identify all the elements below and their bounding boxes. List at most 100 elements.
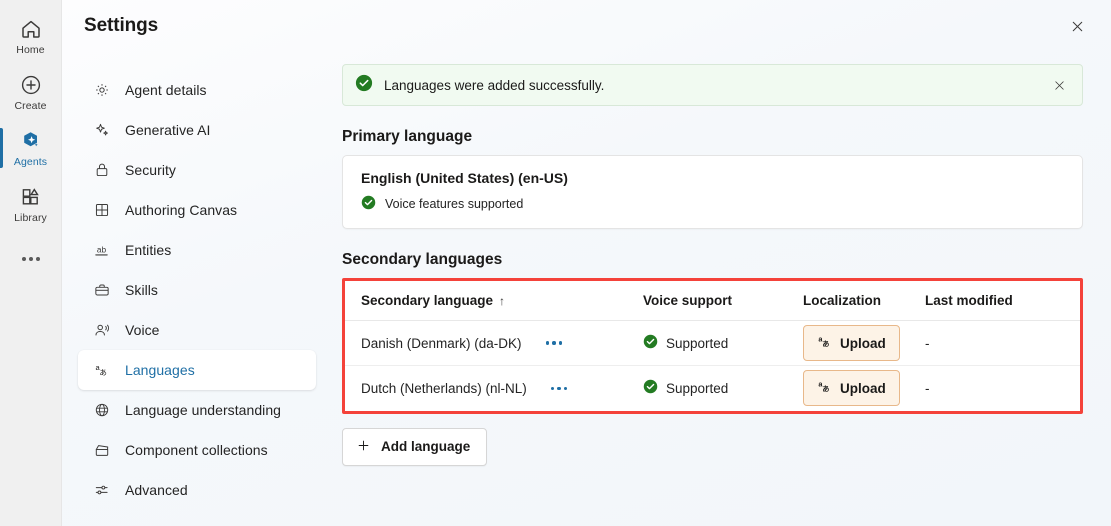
svg-text:あ: あ xyxy=(822,384,829,393)
sidebar-item-authoring-canvas[interactable]: Authoring Canvas xyxy=(78,190,316,230)
add-language-label: Add language xyxy=(381,439,471,454)
sidebar-item-label: Language understanding xyxy=(125,402,282,418)
ab-underline-icon: ab xyxy=(92,241,111,260)
settings-panel: Settings Agent details Generative AI Sec… xyxy=(62,0,1111,526)
voice-support-label: Supported xyxy=(666,335,729,351)
column-header-last-modified[interactable]: Last modified xyxy=(925,281,1080,321)
success-check-icon xyxy=(355,74,373,97)
language-name: Dutch (Netherlands) (nl-NL) xyxy=(361,380,527,396)
panel-header: Settings xyxy=(62,0,1111,52)
ellipsis-dot xyxy=(563,386,568,390)
primary-language-name: English (United States) (en-US) xyxy=(361,170,568,186)
success-check-icon xyxy=(643,379,658,397)
column-header-secondary-language[interactable]: Secondary language ↑ xyxy=(345,281,643,321)
cell-voice-support: Supported xyxy=(643,320,803,366)
plus-icon xyxy=(356,438,371,456)
secondary-languages-table: Secondary language ↑ Voice support Locali… xyxy=(345,281,1080,411)
row-overflow-menu-button[interactable] xyxy=(540,337,569,349)
translate-icon: a あ xyxy=(815,333,832,353)
column-label: Secondary language xyxy=(361,293,494,308)
grid-icon xyxy=(92,201,111,220)
primary-language-voice-status: Voice features supported xyxy=(361,195,1064,213)
sort-ascending-icon: ↑ xyxy=(499,294,506,308)
cell-language: Dutch (Netherlands) (nl-NL) xyxy=(345,366,643,411)
secondary-languages-heading: Secondary languages xyxy=(342,251,503,268)
cell-last-modified: - xyxy=(925,320,1080,366)
sidebar-item-label: Security xyxy=(125,162,176,178)
alert-close-button[interactable] xyxy=(1046,72,1072,98)
ellipsis-dot xyxy=(35,257,40,261)
voice-status-label: Voice features supported xyxy=(385,197,524,211)
sidebar-item-agent-details[interactable]: Agent details xyxy=(78,70,316,110)
sidebar-item-label: Skills xyxy=(125,282,158,298)
ellipsis-dot xyxy=(550,386,555,390)
rail-item-home[interactable]: Home xyxy=(0,8,62,64)
agents-hexagon-icon xyxy=(19,129,43,153)
sidebar-item-languages[interactable]: a あ Languages xyxy=(78,350,316,390)
upload-button-label: Upload xyxy=(840,380,886,396)
alert-message: Languages were added successfully. xyxy=(384,77,605,93)
sidebar-item-skills[interactable]: Skills xyxy=(78,270,316,310)
rail-more-button[interactable] xyxy=(0,242,62,276)
sidebar-item-entities[interactable]: ab Entities xyxy=(78,230,316,270)
sliders-icon xyxy=(92,481,111,500)
voice-person-icon xyxy=(92,321,111,340)
svg-text:ab: ab xyxy=(97,244,107,254)
ellipsis-dot xyxy=(545,341,550,345)
sidebar-item-label: Entities xyxy=(125,242,172,258)
sidebar-item-label: Advanced xyxy=(125,482,188,498)
table-head: Secondary language ↑ Voice support Locali… xyxy=(345,281,1080,321)
rail-item-create[interactable]: Create xyxy=(0,64,62,120)
translate-icon: a あ xyxy=(815,378,832,398)
primary-language-card: English (United States) (en-US) Voice fe… xyxy=(342,155,1083,229)
panel-body: Agent details Generative AI Security Aut… xyxy=(62,52,1111,526)
app-rail: Home Create Agents Library xyxy=(0,0,62,526)
sidebar-item-voice[interactable]: Voice xyxy=(78,310,316,350)
sidebar-item-label: Voice xyxy=(125,322,160,338)
add-language-button[interactable]: Add language xyxy=(342,427,488,466)
box-icon xyxy=(92,441,111,460)
close-icon xyxy=(1072,21,1082,31)
settings-nav: Agent details Generative AI Security Aut… xyxy=(62,52,332,526)
rail-item-library-label: Library xyxy=(14,211,47,224)
primary-language-heading: Primary language xyxy=(342,128,473,145)
cell-localization: a あ Upload xyxy=(803,366,925,411)
lock-icon xyxy=(92,161,111,180)
plus-circle-icon xyxy=(19,73,43,97)
ellipsis-dot xyxy=(21,257,26,261)
voice-support-label: Supported xyxy=(666,380,729,396)
column-header-voice-support[interactable]: Voice support xyxy=(643,281,803,321)
cell-language: Danish (Denmark) (da-DK) xyxy=(345,320,643,366)
table-row[interactable]: Danish (Denmark) (da-DK) Supported a あ U… xyxy=(345,320,1080,366)
success-alert: Languages were added successfully. xyxy=(342,64,1083,106)
sidebar-item-label: Component collections xyxy=(125,442,268,458)
ellipsis-dot xyxy=(557,386,561,390)
sidebar-item-security[interactable]: Security xyxy=(78,150,316,190)
column-header-localization[interactable]: Localization xyxy=(803,281,925,321)
language-name: Danish (Denmark) (da-DK) xyxy=(361,335,522,351)
rail-item-agents[interactable]: Agents xyxy=(0,120,62,176)
sidebar-item-label: Authoring Canvas xyxy=(125,202,238,218)
rail-item-agents-label: Agents xyxy=(13,155,48,168)
table-body: Danish (Denmark) (da-DK) Supported a あ U… xyxy=(345,320,1080,411)
rail-item-home-label: Home xyxy=(16,43,45,56)
table-row[interactable]: Dutch (Netherlands) (nl-NL) Supported a … xyxy=(345,366,1080,411)
sidebar-item-component-collections[interactable]: Component collections xyxy=(78,430,316,470)
close-icon xyxy=(1054,80,1064,90)
secondary-languages-table-highlight: Secondary language ↑ Voice support Locali… xyxy=(342,278,1083,414)
upload-button[interactable]: a あ Upload xyxy=(803,370,900,407)
sidebar-item-language-understanding[interactable]: Language understanding xyxy=(78,390,316,430)
success-check-icon xyxy=(361,195,376,213)
row-overflow-menu-button[interactable] xyxy=(545,383,574,395)
sidebar-item-generative-ai[interactable]: Generative AI xyxy=(78,110,316,150)
rail-item-library[interactable]: Library xyxy=(0,176,62,232)
sidebar-item-advanced[interactable]: Advanced xyxy=(78,470,316,510)
sidebar-item-label: Generative AI xyxy=(125,122,211,138)
close-button[interactable] xyxy=(1061,10,1093,42)
translate-icon: a あ xyxy=(92,361,111,380)
cell-last-modified: - xyxy=(925,380,930,396)
upload-button[interactable]: a あ Upload xyxy=(803,325,900,361)
svg-text:あ: あ xyxy=(822,339,829,348)
page-title: Settings xyxy=(84,15,159,36)
sidebar-item-label: Languages xyxy=(125,362,195,378)
